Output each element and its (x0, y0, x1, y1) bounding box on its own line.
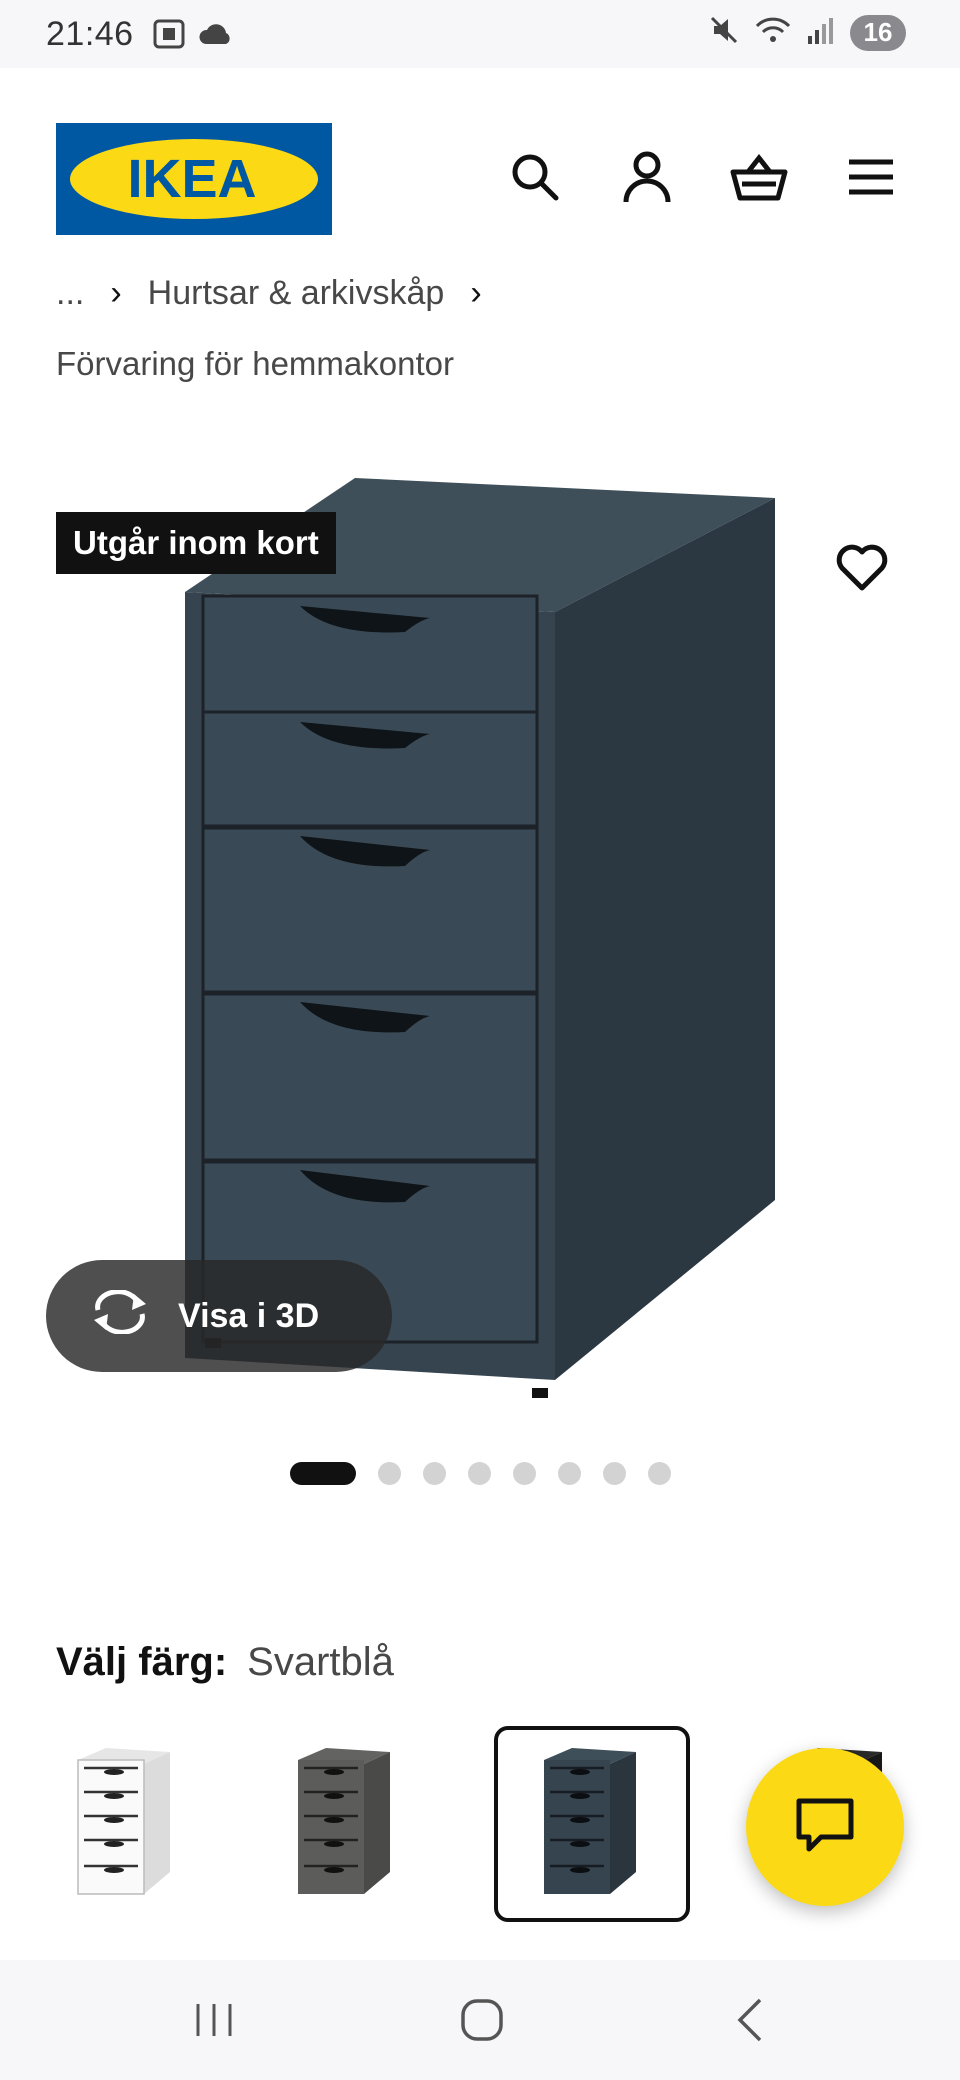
carousel-dot[interactable] (648, 1462, 671, 1485)
chat-button[interactable] (746, 1748, 904, 1906)
status-bar: 21:46 16 (0, 0, 960, 68)
swatch-svartbla[interactable] (494, 1726, 690, 1922)
breadcrumb: ... › Hurtsar & arkivskåp › (56, 274, 482, 313)
chevron-right-icon: › (470, 274, 482, 312)
carousel-dot[interactable] (603, 1462, 626, 1485)
carousel-dot[interactable] (558, 1462, 581, 1485)
status-badge: Utgår inom kort (56, 512, 336, 574)
color-selector-label: Välj färg: Svartblå (56, 1640, 394, 1685)
home-icon[interactable] (442, 1988, 522, 2052)
carousel-dot[interactable] (423, 1462, 446, 1485)
search-icon[interactable] (506, 148, 564, 206)
battery-indicator: 16 (850, 14, 906, 51)
carousel-dot[interactable] (378, 1462, 401, 1485)
recent-apps-icon[interactable] (174, 1988, 254, 2052)
menu-icon[interactable] (842, 148, 900, 206)
carousel-dot[interactable] (468, 1462, 491, 1485)
breadcrumb-ellipsis[interactable]: ... (56, 274, 84, 313)
cloud-icon (198, 22, 232, 51)
rotate-3d-icon (90, 1288, 150, 1343)
carousel-dot[interactable] (513, 1462, 536, 1485)
carousel-dot-active[interactable] (290, 1462, 356, 1485)
swatch-white[interactable] (28, 1726, 224, 1922)
system-nav-bar (0, 1960, 960, 2080)
breadcrumb-current[interactable]: Förvaring för hemmakontor (56, 345, 454, 383)
heart-icon[interactable] (834, 540, 890, 596)
back-icon[interactable] (710, 1988, 790, 2052)
status-time: 21:46 (46, 15, 134, 53)
account-icon[interactable] (618, 148, 676, 206)
logo-text: IKEA (127, 149, 256, 209)
screenshot-icon (152, 18, 186, 55)
view-3d-label: Visa i 3D (178, 1296, 320, 1335)
color-label-value: Svartblå (247, 1640, 394, 1684)
signal-icon (806, 14, 836, 51)
swatch-gray[interactable] (248, 1726, 444, 1922)
ikea-logo[interactable]: IKEA (56, 123, 332, 235)
wifi-icon (754, 14, 792, 51)
chevron-right-icon: › (110, 274, 122, 312)
color-label-key: Välj färg: (56, 1640, 228, 1684)
breadcrumb-parent[interactable]: Hurtsar & arkivskåp (148, 274, 445, 313)
image-carousel-indicator (290, 1462, 671, 1485)
view-3d-button[interactable]: Visa i 3D (46, 1260, 392, 1372)
mute-icon (708, 14, 740, 51)
chat-icon (795, 1797, 855, 1858)
cart-icon[interactable] (730, 148, 788, 206)
site-header: IKEA (0, 68, 960, 268)
